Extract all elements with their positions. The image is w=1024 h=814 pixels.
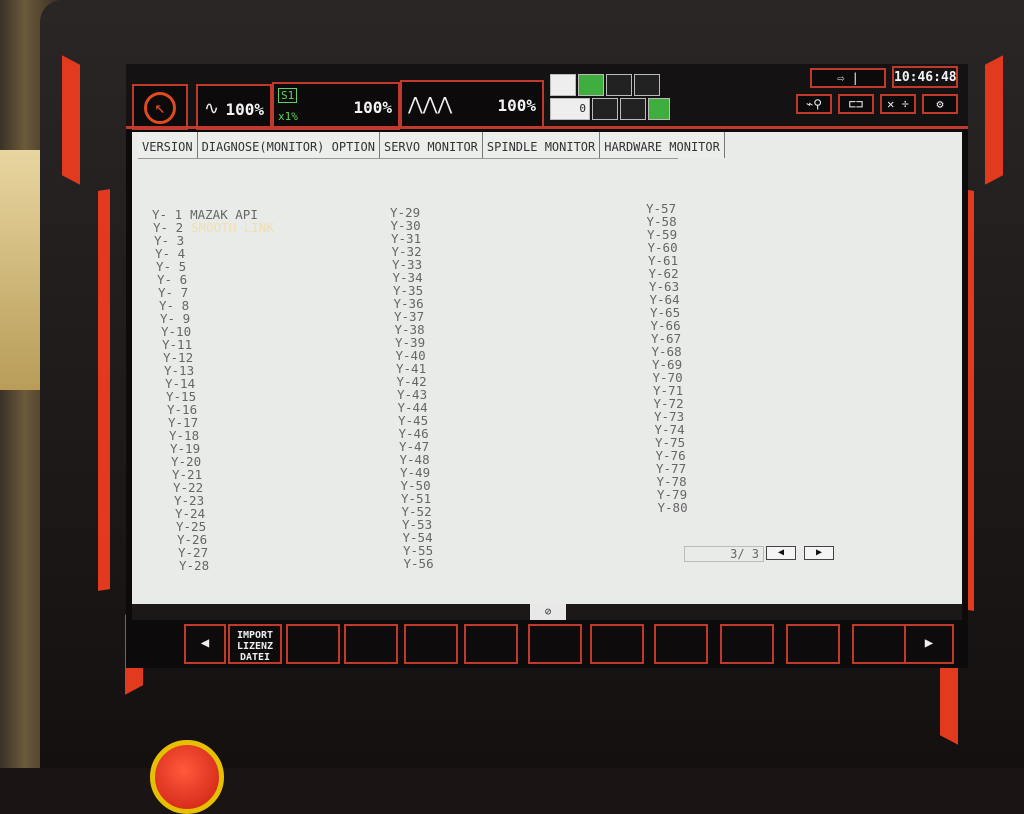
option-row: Y-80 <box>646 501 688 514</box>
tab-underline <box>138 158 678 159</box>
option-label: Y-28 <box>179 558 210 573</box>
tab-diagnose-option[interactable]: DIAGNOSE(MONITOR) OPTION <box>197 132 380 158</box>
status-slot-icon <box>606 74 632 96</box>
status-slot-icon <box>634 74 660 96</box>
feed-override[interactable]: ∿ 100% <box>196 84 272 130</box>
scroll-thumb[interactable]: ⊘ <box>530 604 566 620</box>
softkey-button[interactable] <box>286 624 340 664</box>
softkey-label <box>854 626 904 630</box>
spindle-rate: x1% <box>278 110 298 123</box>
tool-icon <box>620 98 646 120</box>
override-percent: 100% <box>225 100 264 119</box>
option-row: Y-23 <box>152 494 274 507</box>
option-label: Y-80 <box>657 500 688 515</box>
softkey-label: ◀ <box>200 635 210 651</box>
coolant-icon <box>578 74 604 96</box>
input-indicator[interactable]: ⇨ | <box>810 68 886 88</box>
softkey-label <box>346 626 396 630</box>
option-column-3: Y-57 Y-58 Y-59 Y-60 Y-61 Y-62 Y-63 Y-64 Y-65 Y-66… <box>646 202 688 514</box>
option-row: Y-21 <box>152 468 274 481</box>
override-percent: 100% <box>497 96 536 115</box>
softkey-next-button[interactable]: ▶ <box>904 624 954 664</box>
softkey-button[interactable] <box>786 624 840 664</box>
softkey-label <box>592 626 642 630</box>
option-value: SMOOTH LINK <box>191 220 274 235</box>
option-row: Y-25 <box>152 520 274 533</box>
softkey-label <box>656 626 706 630</box>
cnc-screen: ↖ ∿ 100% S1 x1% 100% ⋀⋀⋀ 100% 0 ⇨ | 10:4… <box>126 64 968 668</box>
page-indicator: 3/ 3 <box>684 546 764 562</box>
emergency-stop-button[interactable] <box>150 740 224 814</box>
softkey-bar: ◀ IMPORT LIZENZ DATEI ▶ <box>126 620 968 668</box>
softkey-label: IMPORT LIZENZ DATEI <box>236 630 274 663</box>
option-row: Y-22 <box>152 481 274 494</box>
map-button[interactable]: ⌁⚲ <box>796 94 832 114</box>
softkey-button[interactable] <box>528 624 582 664</box>
option-row: Y-27 <box>152 546 274 559</box>
home-icon: ↖ <box>144 92 176 124</box>
door-icon <box>550 74 576 96</box>
tab-servo-monitor[interactable]: SERVO MONITOR <box>379 132 483 158</box>
softkey-button[interactable]: IMPORT LIZENZ DATEI <box>228 624 282 664</box>
softkey-button[interactable] <box>464 624 518 664</box>
wrench-button[interactable]: ⊏⊐ <box>838 94 874 114</box>
scrollbar[interactable]: ⊘ <box>132 604 962 620</box>
mode-icon <box>648 98 670 120</box>
softkey-label <box>288 626 338 630</box>
home-button[interactable]: ↖ <box>132 84 188 130</box>
softkey-label <box>788 626 838 630</box>
settings-button[interactable]: ⚙ <box>922 94 958 114</box>
header-divider <box>126 126 968 129</box>
option-column-1: Y- 1 MAZAK API Y- 2 SMOOTH LINK Y- 3 Y- 4 Y- 5… <box>152 208 274 572</box>
status-header: ↖ ∿ 100% S1 x1% 100% ⋀⋀⋀ 100% 0 ⇨ | 10:4… <box>126 64 968 130</box>
tab-spindle-monitor[interactable]: SPINDLE MONITOR <box>482 132 601 158</box>
bezel-stripe <box>98 189 110 591</box>
softkey-button[interactable] <box>852 624 906 664</box>
option-row: Y-56 <box>390 557 434 570</box>
softkey-label <box>466 626 516 630</box>
option-label: Y-56 <box>403 556 434 571</box>
softkey-label <box>722 626 772 630</box>
override-percent: 100% <box>353 98 392 117</box>
key-counter: 0 <box>550 98 590 120</box>
softkey-button[interactable] <box>404 624 458 664</box>
page-next-button[interactable]: ▶ <box>804 546 834 560</box>
page-prev-button[interactable]: ◀ <box>766 546 796 560</box>
status-icons: 0 <box>550 74 670 126</box>
softkey-prev-button[interactable]: ◀ <box>184 624 226 664</box>
softkey-button[interactable] <box>654 624 708 664</box>
calc-button[interactable]: ✕ ÷ <box>880 94 916 114</box>
softkey-label <box>406 626 456 630</box>
softkey-label <box>530 626 580 630</box>
bezel-stripe <box>985 55 1003 185</box>
option-row: Y-20 <box>152 455 274 468</box>
tab-bar: VERSION DIAGNOSE(MONITOR) OPTION SERVO M… <box>138 132 725 160</box>
clock: 10:46:48 <box>892 66 958 88</box>
tab-hardware-monitor[interactable]: HARDWARE MONITOR <box>600 132 725 158</box>
option-column-2: Y-29 Y-30 Y-31 Y-32 Y-33 Y-34 Y-35 Y-36 Y-37 Y-38… <box>390 206 434 570</box>
spindle-badge: S1 <box>278 88 298 103</box>
softkey-button[interactable] <box>590 624 644 664</box>
softkey-button[interactable] <box>344 624 398 664</box>
diagnose-panel: VERSION DIAGNOSE(MONITOR) OPTION SERVO M… <box>132 132 962 620</box>
light-icon <box>592 98 618 120</box>
spindle-override[interactable]: S1 x1% 100% <box>272 82 400 130</box>
machine-panel <box>0 150 45 390</box>
option-row: Y-28 <box>152 559 274 572</box>
rapid-override[interactable]: ⋀⋀⋀ 100% <box>400 80 544 128</box>
option-row: Y-26 <box>152 533 274 546</box>
bezel-stripe <box>62 55 80 185</box>
zigzag-icon: ⋀⋀⋀ <box>408 94 453 115</box>
option-row: Y-24 <box>152 507 274 520</box>
wave-icon: ∿ <box>204 98 220 119</box>
tab-version[interactable]: VERSION <box>138 132 198 158</box>
softkey-button[interactable] <box>720 624 774 664</box>
softkey-label: ▶ <box>924 635 934 651</box>
